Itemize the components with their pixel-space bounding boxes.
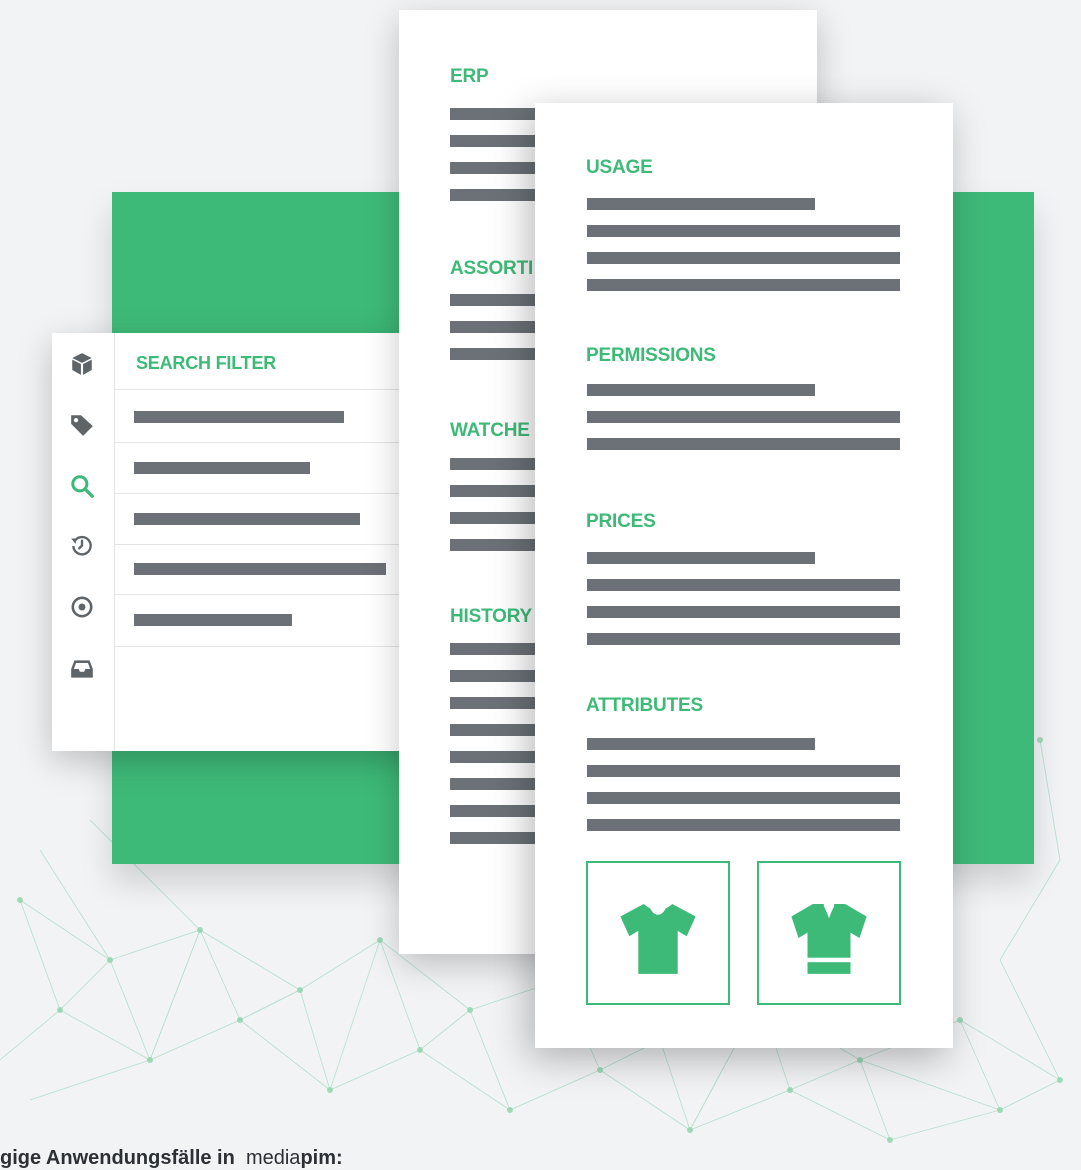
cube-icon[interactable]	[69, 351, 95, 377]
content-bar	[587, 411, 900, 423]
content-bar	[587, 225, 900, 237]
history-icon[interactable]	[69, 532, 95, 558]
jersey-icon	[791, 903, 867, 974]
tshirt-icon	[620, 903, 696, 974]
product-image-tile[interactable]	[586, 861, 730, 1005]
eye-icon[interactable]	[69, 594, 95, 620]
caption-lead: gige Anwendungsfälle in	[0, 1147, 235, 1169]
content-bar	[587, 198, 815, 210]
section-title-attributes: ATTRIBUTES	[586, 695, 703, 716]
content-bar	[587, 606, 900, 618]
section-title-history: HISTORY	[450, 606, 533, 627]
search-filter-title: SEARCH FILTER	[136, 353, 277, 373]
content-bar	[587, 738, 815, 750]
product-detail-panel-front: USAGE PERMISSIONS PRICES ATTRIBUTES	[535, 103, 953, 1048]
content-bar	[587, 819, 900, 831]
content-bar	[587, 552, 815, 564]
caption-brand-pim: pim:	[300, 1147, 343, 1169]
caption-brand-media: media	[245, 1147, 301, 1169]
content-bar	[587, 438, 900, 450]
search-filter-panel: SEARCH FILTER	[52, 333, 452, 751]
section-title-usage: USAGE	[586, 157, 653, 178]
filter-row-bar[interactable]	[134, 513, 360, 525]
section-title-watchers: WATCHE	[450, 420, 530, 441]
filter-row-bar[interactable]	[134, 614, 292, 626]
inbox-icon[interactable]	[69, 656, 95, 682]
section-title-erp: ERP	[450, 66, 489, 87]
filter-row-bar[interactable]	[134, 462, 310, 474]
filter-row-bar[interactable]	[134, 563, 386, 575]
section-title-assortment: ASSORTI	[450, 258, 534, 279]
section-title-prices: PRICES	[586, 511, 656, 532]
section-title-permissions: PERMISSIONS	[586, 345, 716, 366]
content-bar	[587, 633, 900, 645]
content-bar	[587, 252, 900, 264]
product-image-tile[interactable]	[757, 861, 901, 1005]
sidebar	[52, 333, 115, 751]
content-bar	[587, 792, 900, 804]
filter-row-bar[interactable]	[134, 411, 344, 423]
content-bar	[587, 579, 900, 591]
content-bar	[587, 279, 900, 291]
tag-icon[interactable]	[69, 412, 95, 438]
search-icon[interactable]	[69, 473, 95, 499]
content-bar	[587, 384, 815, 396]
content-bar	[587, 765, 900, 777]
